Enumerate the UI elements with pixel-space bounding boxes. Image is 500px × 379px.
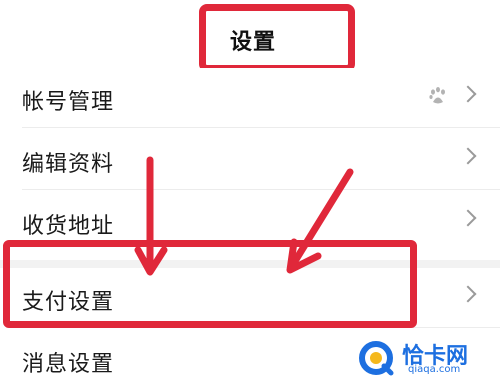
chevron-right-icon — [459, 147, 477, 165]
menu-item-label: 编辑资料 — [22, 152, 115, 177]
divider — [22, 189, 500, 190]
menu-item-label: 消息设置 — [22, 352, 115, 377]
chevron-right-icon — [459, 209, 477, 227]
divider — [22, 127, 500, 128]
watermark: 恰卡网 qiaqa.com — [352, 334, 500, 379]
menu-item-label: 帐号管理 — [22, 90, 115, 115]
menu-item-account-management[interactable]: 帐号管理 — [0, 68, 500, 128]
chevron-right-icon — [459, 85, 477, 103]
watermark-logo-icon — [359, 341, 394, 376]
menu-item-label: 收货地址 — [22, 214, 115, 239]
watermark-url: qiaqa.com — [408, 364, 461, 375]
payment-highlight-box — [3, 240, 417, 328]
title-highlight-box — [199, 4, 355, 72]
chevron-right-icon — [459, 285, 477, 303]
paw-icon — [429, 87, 445, 104]
menu-item-edit-profile[interactable]: 编辑资料 — [0, 130, 500, 190]
